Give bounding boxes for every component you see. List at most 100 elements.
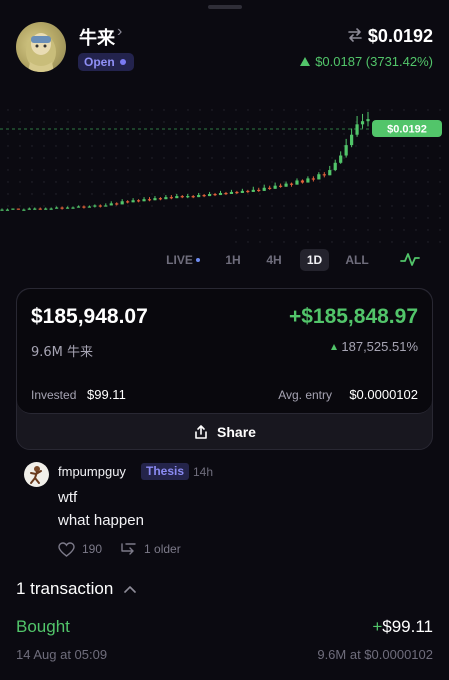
tab-1d[interactable]: 1D (300, 249, 329, 271)
grid-dot (343, 169, 345, 171)
grid-dot (319, 217, 321, 219)
grid-dot (295, 217, 297, 219)
grid-dot (415, 229, 417, 231)
grid-dot (391, 145, 393, 147)
grid-dot (211, 169, 213, 171)
share-button[interactable]: Share (17, 414, 432, 449)
position-amount: 9.6M 牛来 (31, 345, 94, 360)
tab-4h[interactable]: 4H (260, 249, 288, 271)
grid-dot (367, 229, 369, 231)
timeframe-selector: LIVE 1H 4H 1D ALL (0, 249, 449, 273)
grid-dot (247, 241, 249, 243)
candle-body (158, 198, 163, 200)
chevron-right-icon[interactable]: › (117, 23, 122, 41)
grid-dot (211, 181, 213, 183)
transactions-header[interactable]: 1 transaction (16, 579, 137, 599)
grid-dot (19, 145, 21, 147)
grid-dot (247, 181, 249, 183)
candle-body (164, 197, 168, 200)
candle-body (115, 203, 119, 205)
tab-live[interactable]: LIVE (163, 249, 203, 271)
grid-dot (391, 157, 393, 159)
grid-dot (247, 157, 249, 159)
grid-dot (79, 133, 81, 135)
grid-dot (55, 193, 57, 195)
grid-dot (283, 205, 285, 207)
grid-dot (151, 109, 153, 111)
grid-dot (151, 181, 153, 183)
grid-dot (271, 193, 273, 195)
grid-dot (259, 157, 261, 159)
commenter-username[interactable]: fmpumpguy (58, 464, 126, 479)
grid-dot (391, 181, 393, 183)
pulse-icon[interactable] (400, 250, 420, 268)
grid-dot (355, 157, 357, 159)
grid-dot (319, 157, 321, 159)
grid-dot (79, 169, 81, 171)
grid-dot (427, 157, 429, 159)
grid-dot (103, 145, 105, 147)
grid-dot (415, 169, 417, 171)
price-chart[interactable]: $0.0192 (0, 98, 449, 243)
candle-body (213, 194, 217, 196)
grid-dot (67, 121, 69, 123)
grid-dot (283, 217, 285, 219)
grid-dot (175, 121, 177, 123)
grid-dot (403, 229, 405, 231)
sheet-grab-handle[interactable] (208, 5, 242, 9)
grid-dot (43, 145, 45, 147)
grid-dot (367, 133, 369, 135)
grid-dot (187, 169, 189, 171)
grid-dot (367, 205, 369, 207)
grid-dot (79, 193, 81, 195)
candle-body (229, 191, 234, 194)
transaction-date: 14 Aug at 05:09 (16, 647, 108, 662)
grid-dot (187, 133, 189, 135)
grid-dot (151, 157, 153, 159)
grid-dot (151, 193, 153, 195)
tab-1h[interactable]: 1H (220, 249, 246, 271)
grid-dot (295, 157, 297, 159)
candle-body (339, 155, 343, 163)
grid-dot (19, 133, 21, 135)
grid-dot (415, 157, 417, 159)
grid-dot (391, 241, 393, 243)
grid-dot (31, 181, 33, 183)
candle-body (120, 201, 124, 205)
swap-icon[interactable] (346, 26, 364, 44)
candle-body (191, 196, 195, 198)
grid-dot (331, 229, 333, 231)
like-button[interactable]: 190 (58, 541, 102, 557)
grid-dot (343, 229, 345, 231)
grid-dot (187, 157, 189, 159)
grid-dot (415, 145, 417, 147)
grid-dot (367, 217, 369, 219)
grid-dot (163, 157, 165, 159)
grid-dot (439, 229, 441, 231)
grid-dot (163, 169, 165, 171)
grid-dot (439, 205, 441, 207)
replies-button[interactable]: 1 older (120, 542, 181, 557)
tab-all[interactable]: ALL (343, 249, 371, 271)
token-name[interactable]: 牛来 (79, 24, 115, 50)
transaction-type[interactable]: Bought (16, 617, 70, 637)
grid-dot (307, 109, 309, 111)
grid-dot (235, 121, 237, 123)
grid-dot (367, 109, 369, 111)
grid-dot (199, 205, 201, 207)
grid-dot (367, 181, 369, 183)
triangle-up-icon (300, 57, 311, 66)
grid-dot (31, 157, 33, 159)
current-price-tag-label: $0.0192 (387, 124, 427, 136)
grid-dot (19, 181, 21, 183)
grid-dot (319, 181, 321, 183)
grid-dot (271, 157, 273, 159)
avg-entry-label: Avg. entry (278, 388, 332, 402)
grid-dot (43, 205, 45, 207)
grid-dot (103, 181, 105, 183)
grid-dot (331, 169, 333, 171)
grid-dot (259, 145, 261, 147)
candle-body (22, 209, 26, 211)
commenter-avatar[interactable] (24, 462, 49, 487)
grid-dot (103, 121, 105, 123)
